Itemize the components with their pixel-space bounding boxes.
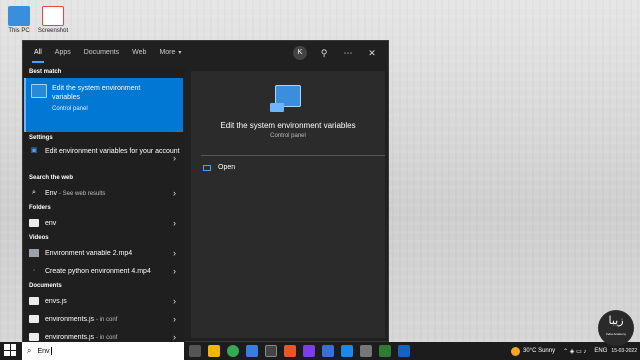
- text-caret: [50, 347, 52, 355]
- channel-watermark-logo: زیبا Zeba Academy: [598, 310, 634, 346]
- language-indicator[interactable]: ENG: [594, 348, 607, 354]
- computer-icon: [8, 6, 30, 26]
- video-result[interactable]: Environment variable 2.mp4 ›: [23, 244, 185, 262]
- taskbar: ⌕ Env 30°C Sunny ⌃ ◈ ▭ ♪ ENG 15-03-2022: [0, 342, 640, 360]
- start-search-panel: All Apps Documents Web More ▾ K ⚲ ⋯ ✕ Bes…: [22, 40, 389, 343]
- app-icon[interactable]: [360, 345, 372, 357]
- video-label: Create python environment 4.mp4: [45, 267, 151, 275]
- clock-date[interactable]: 15-03-2022: [611, 348, 637, 354]
- settings-result-label: Edit environment variables for your acco…: [45, 148, 180, 155]
- section-documents: Documents: [29, 283, 62, 289]
- file-icon: [29, 315, 39, 323]
- best-match-result[interactable]: Edit the system environment variables Co…: [24, 78, 183, 132]
- tab-documents[interactable]: Documents: [84, 41, 119, 65]
- settings-icon: ▣: [30, 147, 38, 154]
- app-icon[interactable]: [379, 345, 391, 357]
- best-match-subtitle: Control panel: [52, 106, 88, 112]
- search-icon: ⌕: [27, 346, 32, 355]
- file-icon: [29, 333, 39, 341]
- web-result[interactable]: ⌕ Env - See web results ›: [23, 184, 185, 202]
- section-web: Search the web: [29, 175, 74, 181]
- tab-more[interactable]: More ▾: [159, 41, 181, 65]
- preview-title: Edit the system environment variables: [220, 121, 356, 130]
- control-panel-icon: [270, 85, 301, 112]
- tab-web[interactable]: Web: [132, 41, 146, 65]
- more-options-icon[interactable]: ⋯: [341, 46, 355, 60]
- windows-start-button[interactable]: [4, 344, 16, 356]
- app-icon[interactable]: [322, 345, 334, 357]
- file-icon: [29, 297, 39, 305]
- document-label: environments.js: [45, 333, 95, 341]
- taskbar-apps: [189, 345, 410, 357]
- feedback-icon[interactable]: ⚲: [317, 46, 331, 60]
- file-explorer-icon[interactable]: [208, 345, 220, 357]
- section-folders: Folders: [29, 205, 51, 211]
- chevron-right-icon[interactable]: ›: [173, 184, 176, 202]
- close-icon[interactable]: ✕: [365, 46, 379, 60]
- document-result[interactable]: environments.js - in conf ›: [23, 310, 185, 328]
- task-view-icon[interactable]: [189, 345, 201, 357]
- brave-icon[interactable]: [284, 345, 296, 357]
- open-action[interactable]: Open: [203, 164, 235, 171]
- preview-subtitle: Control panel: [270, 133, 306, 139]
- taskbar-search-input[interactable]: ⌕ Env: [22, 342, 184, 360]
- app-icon[interactable]: [398, 345, 410, 357]
- settings-result[interactable]: ▣ Edit environment variables for your ac…: [23, 144, 185, 172]
- video-result[interactable]: · Create python environment 4.mp4 ›: [23, 262, 185, 280]
- folder-icon: [29, 219, 39, 227]
- section-videos: Videos: [29, 235, 49, 241]
- chevron-right-icon[interactable]: ›: [173, 310, 176, 328]
- chevron-down-icon: ▾: [178, 50, 182, 56]
- control-panel-icon: [31, 84, 47, 98]
- document-label: environments.js: [45, 315, 95, 323]
- desktop-icon-this-pc[interactable]: This PC: [2, 6, 36, 35]
- search-icon: ⌕: [32, 189, 36, 196]
- document-label: envs.js: [45, 297, 67, 305]
- app-icon[interactable]: [303, 345, 315, 357]
- web-query: Env: [45, 189, 58, 197]
- web-suffix: - See web results: [59, 190, 106, 197]
- divider: [201, 155, 385, 156]
- chevron-right-icon[interactable]: ›: [173, 262, 176, 280]
- chevron-right-icon[interactable]: ›: [173, 144, 176, 172]
- folder-result[interactable]: env ›: [23, 214, 185, 232]
- tab-apps[interactable]: Apps: [55, 41, 71, 65]
- vscode-icon[interactable]: [341, 345, 353, 357]
- folder-label: env: [45, 219, 57, 227]
- terminal-icon[interactable]: [265, 345, 277, 357]
- chevron-right-icon[interactable]: ›: [173, 214, 176, 232]
- preview-pane: Edit the system environment variables Co…: [191, 71, 385, 338]
- weather-text[interactable]: 30°C Sunny: [523, 348, 555, 354]
- section-best-match: Best match: [29, 69, 62, 75]
- tab-all[interactable]: All: [32, 41, 44, 65]
- section-settings: Settings: [29, 135, 53, 141]
- video-label: Environment variable 2.mp4: [45, 249, 133, 257]
- video-icon: [29, 249, 39, 257]
- open-label: Open: [218, 164, 236, 171]
- video-thumbnail-icon: ·: [32, 267, 36, 274]
- search-value: Env: [37, 347, 50, 355]
- chrome-icon[interactable]: [227, 345, 239, 357]
- document-location: - in conf: [95, 316, 118, 323]
- document-result[interactable]: envs.js ›: [23, 292, 185, 310]
- record-icon: [42, 6, 64, 26]
- tray-icons[interactable]: ⌃ ◈ ▭ ♪: [563, 348, 586, 355]
- sun-icon: [511, 346, 520, 356]
- chevron-right-icon[interactable]: ›: [173, 292, 176, 310]
- chevron-right-icon[interactable]: ›: [173, 244, 176, 262]
- document-location: - in conf: [95, 334, 118, 341]
- edge-icon[interactable]: [246, 345, 258, 357]
- best-match-title: Edit the system environment variables: [52, 85, 141, 101]
- avatar[interactable]: K: [293, 46, 307, 60]
- open-icon: [203, 164, 211, 171]
- desktop-icon-screenshot[interactable]: Screenshot: [36, 6, 70, 35]
- desktop-icon-label: This PC: [8, 28, 30, 34]
- results-list: Best match Edit the system environment v…: [23, 66, 185, 343]
- desktop-icon-label: Screenshot: [37, 28, 69, 34]
